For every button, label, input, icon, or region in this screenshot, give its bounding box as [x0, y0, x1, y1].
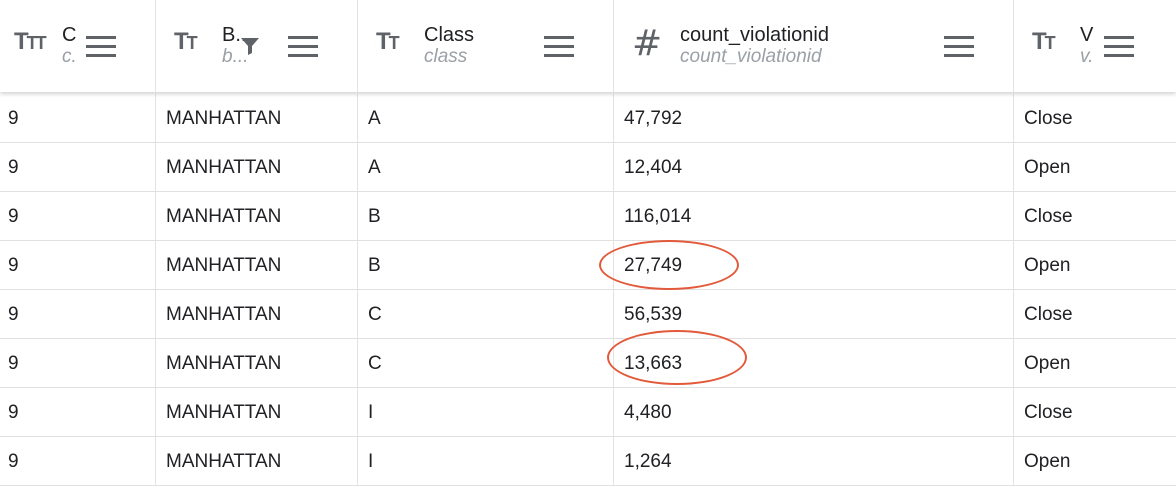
text-type-icon: TT	[1032, 28, 1056, 55]
cell-class[interactable]: A	[358, 94, 614, 143]
cell-count[interactable]: 56,539	[614, 290, 1014, 339]
cell-class[interactable]: A	[358, 143, 614, 192]
cell-v[interactable]: Close	[1014, 192, 1176, 241]
cell-c[interactable]: 9	[0, 143, 156, 192]
cell-count[interactable]: 12,404	[614, 143, 1014, 192]
cell-count[interactable]: 13,663	[614, 339, 1014, 388]
cell-class[interactable]: C	[358, 290, 614, 339]
cell-c[interactable]: 9	[0, 388, 156, 437]
data-table: TTT C c. TT B.. b... TT Class class # co…	[0, 0, 1176, 489]
table-row[interactable]: 9 MANHATTAN I 4,480 Close	[0, 388, 1176, 437]
cell-c[interactable]: 9	[0, 339, 156, 388]
cell-v[interactable]: Close	[1014, 94, 1176, 143]
column-subtitle: count_violationid	[680, 46, 822, 67]
cell-count[interactable]: 4,480	[614, 388, 1014, 437]
column-menu-icon[interactable]	[86, 36, 116, 58]
table-row[interactable]: 9 MANHATTAN C 56,539 Close	[0, 290, 1176, 339]
table-row[interactable]: 9 MANHATTAN B 116,014 Close	[0, 192, 1176, 241]
table-row[interactable]: 9 MANHATTAN C 13,663 Open	[0, 339, 1176, 388]
cell-c[interactable]: 9	[0, 192, 156, 241]
cell-v[interactable]: Close	[1014, 388, 1176, 437]
column-menu-icon[interactable]	[288, 36, 318, 58]
cell-c[interactable]: 9	[0, 241, 156, 290]
cell-c[interactable]: 9	[0, 94, 156, 143]
cell-b[interactable]: MANHATTAN	[156, 339, 358, 388]
column-subtitle: class	[424, 46, 468, 67]
cell-b[interactable]: MANHATTAN	[156, 94, 358, 143]
text-type-icon: TT	[376, 28, 400, 55]
cell-class[interactable]: B	[358, 241, 614, 290]
table-row[interactable]: 9 MANHATTAN I 1,264 Open	[0, 437, 1176, 486]
cell-class[interactable]: C	[358, 339, 614, 388]
cell-count[interactable]: 1,264	[614, 437, 1014, 486]
cell-b[interactable]: MANHATTAN	[156, 388, 358, 437]
cell-b[interactable]: MANHATTAN	[156, 143, 358, 192]
column-header-count-violationid[interactable]: # count_violationid count_violationid	[614, 0, 1014, 92]
column-title: Class	[424, 24, 475, 46]
cell-class[interactable]: I	[358, 388, 614, 437]
column-title: C	[62, 24, 77, 46]
cell-b[interactable]: MANHATTAN	[156, 241, 358, 290]
column-title: count_violationid	[680, 24, 829, 46]
cell-v[interactable]: Open	[1014, 437, 1176, 486]
column-header-class[interactable]: TT Class class	[358, 0, 614, 92]
text-type-icon: TTT	[14, 28, 47, 55]
table-row[interactable]: 9 MANHATTAN A 47,792 Close	[0, 94, 1176, 143]
table-row[interactable]: 9 MANHATTAN A 12,404 Open	[0, 143, 1176, 192]
column-menu-icon[interactable]	[1104, 36, 1134, 58]
column-header-b[interactable]: TT B.. b...	[156, 0, 358, 92]
cell-b[interactable]: MANHATTAN	[156, 290, 358, 339]
column-header-c[interactable]: TTT C c.	[0, 0, 156, 92]
text-type-icon: TT	[174, 28, 198, 55]
cell-v[interactable]: Open	[1014, 339, 1176, 388]
cell-c[interactable]: 9	[0, 290, 156, 339]
column-menu-icon[interactable]	[544, 36, 574, 58]
table-header: TTT C c. TT B.. b... TT Class class # co…	[0, 0, 1176, 92]
column-subtitle: v.	[1080, 46, 1094, 67]
table-row[interactable]: 9 MANHATTAN B 27,749 Open	[0, 241, 1176, 290]
cell-count[interactable]: 116,014	[614, 192, 1014, 241]
column-menu-icon[interactable]	[944, 36, 974, 58]
cell-b[interactable]: MANHATTAN	[156, 437, 358, 486]
cell-v[interactable]: Close	[1014, 290, 1176, 339]
cell-count[interactable]: 27,749	[614, 241, 1014, 290]
filter-icon[interactable]	[240, 36, 260, 56]
column-subtitle: c.	[62, 46, 77, 67]
cell-v[interactable]: Open	[1014, 143, 1176, 192]
hash-icon: #	[632, 23, 663, 64]
cell-count[interactable]: 47,792	[614, 94, 1014, 143]
cell-c[interactable]: 9	[0, 437, 156, 486]
column-header-v[interactable]: TT V v.	[1014, 0, 1176, 92]
cell-class[interactable]: I	[358, 437, 614, 486]
cell-b[interactable]: MANHATTAN	[156, 192, 358, 241]
column-title: V	[1080, 24, 1094, 46]
cell-v[interactable]: Open	[1014, 241, 1176, 290]
cell-class[interactable]: B	[358, 192, 614, 241]
